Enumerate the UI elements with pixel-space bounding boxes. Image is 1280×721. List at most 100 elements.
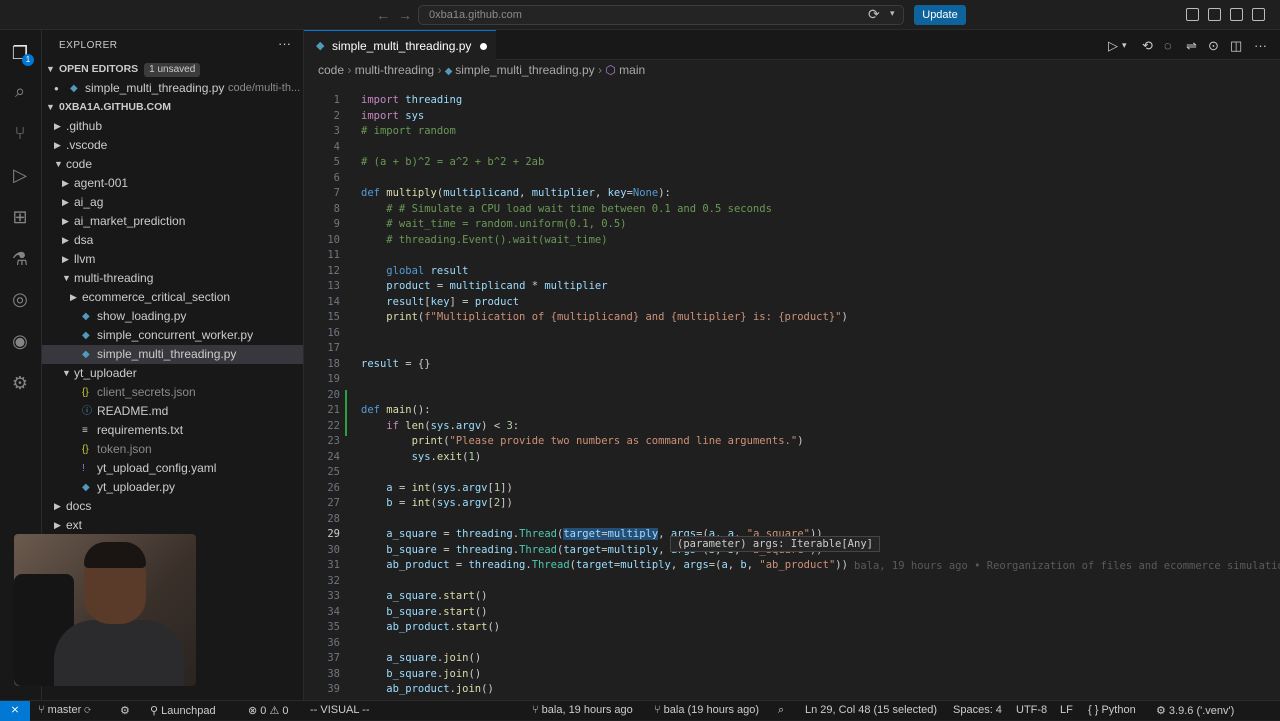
update-button[interactable]: Update [914, 5, 966, 25]
code-line[interactable]: sys.exit(1) [361, 451, 482, 463]
code-line[interactable]: a_square.join() [361, 652, 481, 664]
code-line[interactable]: product = multiplicand * multiplier [361, 280, 607, 292]
tree-folder[interactable]: ▶ ecommerce_critical_section [42, 288, 303, 307]
code-line[interactable]: # (a + b)^2 = a^2 + b^2 + 2ab [361, 156, 544, 168]
more-actions-icon[interactable]: ··· [1254, 38, 1267, 53]
git-graph-icon[interactable]: ⊙ [1208, 38, 1219, 54]
chevron-down-icon[interactable]: ▾ [890, 8, 895, 19]
encoding[interactable]: UTF-8 [1016, 704, 1047, 716]
timeline-back-icon[interactable]: ⟲ [1142, 38, 1153, 54]
code-line[interactable]: # wait_time = random.uniform(0.1, 0.5) [361, 218, 626, 230]
tree-file[interactable]: ◆ simple_multi_threading.py [42, 345, 303, 364]
tree-file[interactable]: {} token.json [42, 440, 303, 459]
zoom-search-icon[interactable]: ⌕ [778, 704, 784, 717]
code-line[interactable]: import sys [361, 110, 424, 122]
problems-indicator[interactable]: ⊗ 0 ⚠ 0 [248, 704, 289, 717]
code-line[interactable]: a = int(sys.argv[1]) [361, 482, 513, 494]
code-line[interactable]: result[key] = product [361, 296, 519, 308]
tree-file[interactable]: ◆ show_loading.py [42, 307, 303, 326]
forward-arrow-icon[interactable]: → [398, 7, 412, 23]
breadcrumb-code[interactable]: code [318, 63, 344, 77]
run-debug-icon[interactable]: ▷ [9, 164, 31, 186]
code-line[interactable]: if len(sys.argv) < 3: [361, 420, 519, 432]
tree-folder[interactable]: ▶ ai_ag [42, 193, 303, 212]
run-icon[interactable]: ▷ [1108, 38, 1118, 54]
more-actions-icon[interactable]: ··· [278, 36, 291, 51]
split-editor-icon[interactable]: ◫ [1230, 38, 1242, 54]
tree-folder[interactable]: ▶ ext [42, 516, 303, 535]
tree-folder[interactable]: ▶ agent-001 [42, 174, 303, 193]
breadcrumb-file[interactable]: simple_multi_threading.py [455, 63, 594, 77]
end-of-line[interactable]: LF [1060, 704, 1073, 716]
remote-explorer-icon[interactable]: ⚙ [9, 372, 31, 394]
branch-indicator[interactable]: ⑂ master ⟳ [38, 704, 91, 716]
launchpad-item[interactable]: ⚲ Launchpad [150, 704, 216, 717]
tree-folder[interactable]: ▼ yt_uploader [42, 364, 303, 383]
git-graph-icon[interactable]: ◎ [9, 288, 31, 310]
language-mode[interactable]: { } Python [1088, 704, 1136, 716]
tree-file[interactable]: {} client_secrets.json [42, 383, 303, 402]
code-line[interactable]: # import random [361, 125, 456, 137]
tree-folder[interactable]: ▶ docs [42, 497, 303, 516]
git-blame-status[interactable]: ⑂ bala, 19 hours ago [532, 704, 633, 716]
tree-folder[interactable]: ▼ code [42, 155, 303, 174]
toggle-primary-sidebar-icon[interactable] [1208, 8, 1221, 21]
unsaved-dot-icon[interactable] [480, 43, 487, 50]
testing-icon[interactable]: ⚗ [9, 248, 31, 270]
search-icon[interactable]: ⌕ [9, 80, 31, 102]
cursor-position[interactable]: Ln 29, Col 48 (15 selected) [805, 704, 937, 716]
tree-file[interactable]: ! yt_upload_config.yaml [42, 459, 303, 478]
sync-changes-icon[interactable]: ⚙ [120, 704, 130, 717]
toggle-panel-icon[interactable] [1230, 8, 1243, 21]
breadcrumb-symbol[interactable]: main [619, 63, 645, 77]
code-line[interactable]: def main(): [361, 404, 431, 416]
run-chevron-icon[interactable]: ▾ [1122, 40, 1127, 51]
gitlens-icon[interactable]: ◉ [9, 330, 31, 352]
code-line[interactable]: b_square.start() [361, 606, 487, 618]
python-interpreter[interactable]: ⚙ 3.9.6 ('.venv') [1156, 704, 1234, 717]
breadcrumb-multi-threading[interactable]: multi-threading [355, 63, 434, 77]
layout-sidebar-icon[interactable] [1186, 8, 1199, 21]
back-arrow-icon[interactable]: ← [376, 7, 390, 23]
code-line[interactable]: print(f"Multiplication of {multiplicand}… [361, 311, 848, 323]
code-line[interactable]: print("Please provide two numbers as com… [361, 435, 804, 447]
tree-file[interactable]: ≡ requirements.txt [42, 421, 303, 440]
code-line[interactable]: # threading.Event().wait(wait_time) [361, 234, 607, 246]
tree-file[interactable]: ◆ yt_uploader.py [42, 478, 303, 497]
gitlens-author[interactable]: ⑂ bala (19 hours ago) [654, 704, 759, 716]
tree-folder[interactable]: ▶ ai_market_prediction [42, 212, 303, 231]
indentation[interactable]: Spaces: 4 [953, 704, 1002, 716]
code-line[interactable]: # # Simulate a CPU load wait time betwee… [361, 203, 772, 215]
command-center-search[interactable]: 0xba1a.github.com [418, 5, 904, 25]
tree-folder[interactable]: ▶ .vscode [42, 136, 303, 155]
open-editors-header[interactable]: ▼ OPEN EDITORS 1 unsaved [42, 60, 303, 79]
git-compare-icon[interactable]: ◌ [1164, 38, 1172, 53]
remote-indicator-icon[interactable]: ⨯ [0, 701, 30, 721]
dirty-dot-icon[interactable]: ● [54, 79, 64, 98]
tree-folder[interactable]: ▶ dsa [42, 231, 303, 250]
tree-folder[interactable]: ▼ multi-threading [42, 269, 303, 288]
code-line[interactable]: global result [361, 265, 468, 277]
code-line[interactable]: import threading [361, 94, 462, 106]
tree-folder[interactable]: ▶ llvm [42, 250, 303, 269]
tree-file[interactable]: ◆ simple_concurrent_worker.py [42, 326, 303, 345]
code-line[interactable]: a_square.start() [361, 590, 487, 602]
tree-file[interactable]: ⓘ README.md [42, 402, 303, 421]
code-line[interactable]: ab_product.start() [361, 621, 500, 633]
code-editor[interactable]: bala, 19 hours ago • Reorganization of f… [304, 92, 1280, 700]
tree-folder[interactable]: ▶ .github [42, 117, 303, 136]
code-line[interactable]: def multiply(multiplicand, multiplier, k… [361, 187, 671, 199]
code-line[interactable]: b = int(sys.argv[2]) [361, 497, 513, 509]
toggle-secondary-sidebar-icon[interactable] [1252, 8, 1265, 21]
code-line[interactable]: b_square.join() [361, 668, 481, 680]
source-control-icon[interactable]: ⑂ [9, 122, 31, 144]
code-line[interactable]: ab_product = threading.Thread(target=mul… [361, 559, 848, 571]
blame-toggle-icon[interactable]: ⇌ [1186, 38, 1197, 54]
workspace-header[interactable]: ▼ 0XBA1A.GITHUB.COM [42, 98, 303, 117]
extensions-icon[interactable]: ⊞ [9, 206, 31, 228]
tab-simple-multi-threading[interactable]: ◆ simple_multi_threading.py [304, 30, 496, 60]
code-line[interactable]: result = {} [361, 358, 431, 370]
code-line[interactable]: ab_product.join() [361, 683, 494, 695]
open-editor-item[interactable]: ● ◆ simple_multi_threading.py code/multi… [42, 79, 303, 98]
copilot-icon[interactable]: ⟳ [868, 6, 880, 23]
